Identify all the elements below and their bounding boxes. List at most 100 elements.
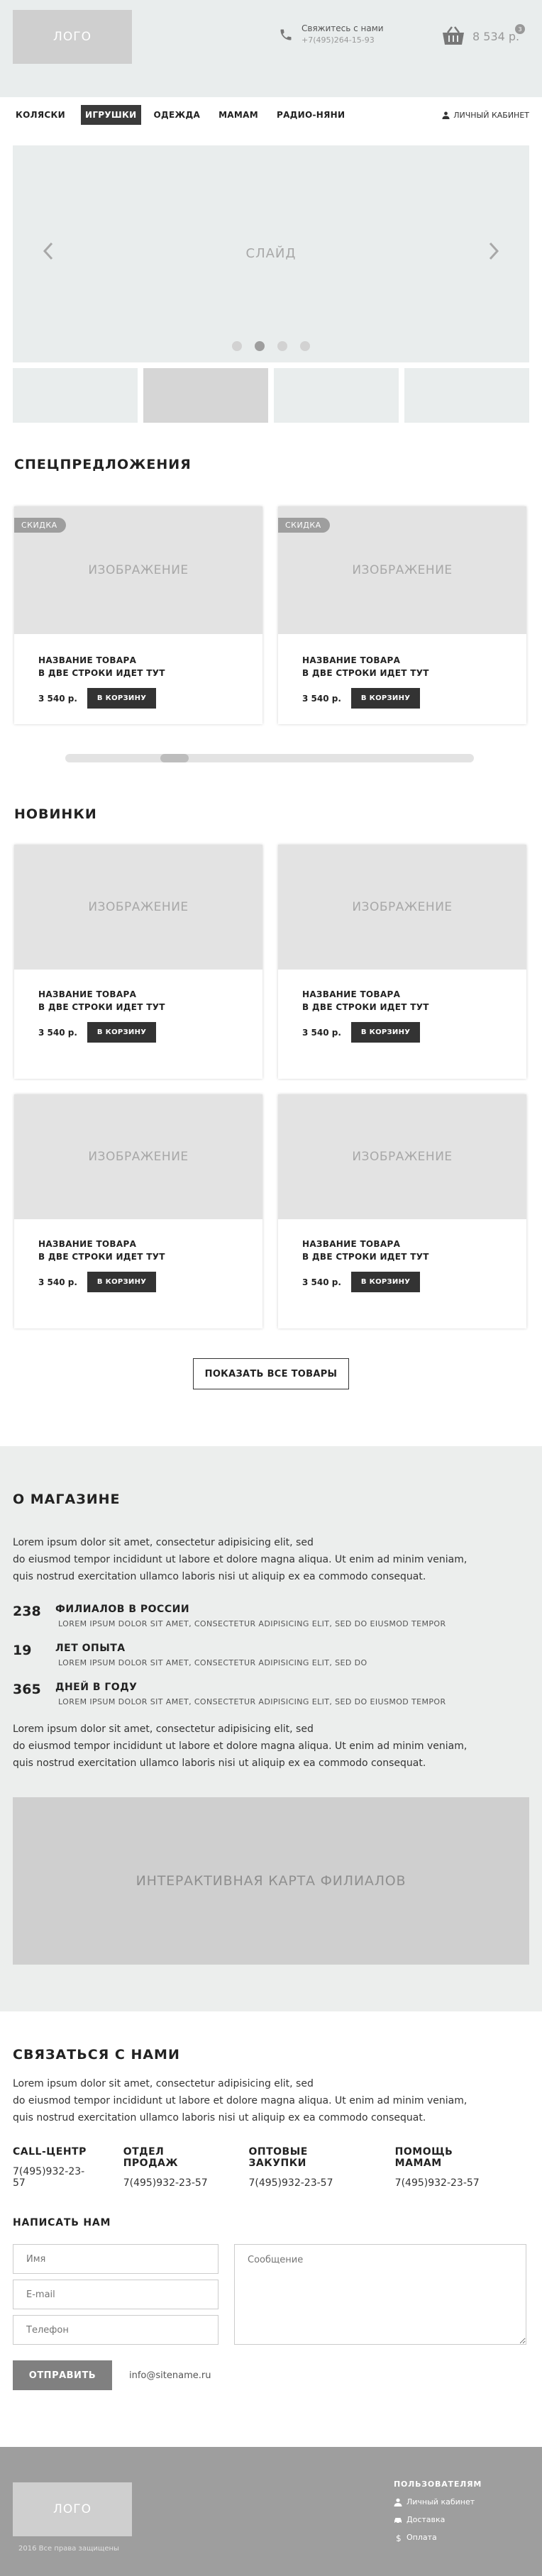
- product-card[interactable]: ИЗОБРАЖЕНИЕ НАЗВАНИЕ ТОВАРА В ДВЕ СТРОКИ …: [14, 1094, 262, 1328]
- department-phone[interactable]: 7(495)932-23-57: [123, 2177, 222, 2189]
- cart[interactable]: 8 534 р. 3: [441, 24, 525, 47]
- branches-map[interactable]: ИНТЕРАКТИВНАЯ КАРТА ФИЛИАЛОВ: [13, 1797, 529, 1965]
- header: ЛОГО Свяжитесь с нами +7(495)264-15-93 8…: [0, 0, 542, 97]
- carousel-scrollbar[interactable]: [65, 754, 474, 762]
- about-text: Lorem ipsum dolor sit amet, consectetur …: [13, 1537, 468, 1582]
- submit-button[interactable]: ОТПРАВИТЬ: [13, 2360, 112, 2390]
- footer-link-account[interactable]: Личный кабинет: [394, 2497, 482, 2506]
- specials-title: СПЕЦПРЕДЛОЖЕНИЯ: [14, 457, 192, 472]
- contacts-title: СВЯЗАТЬСЯ С НАМИ: [13, 2047, 180, 2063]
- product-card[interactable]: ИЗОБРАЖЕНИЕ СКИДКА НАЗВАНИЕ ТОВАРА В ДВЕ …: [278, 506, 526, 724]
- user-icon: [442, 111, 450, 119]
- product-image[interactable]: ИЗОБРАЖЕНИЕ: [14, 845, 262, 970]
- product-price: 3 540 р.: [38, 1277, 77, 1287]
- department-title: ОПТОВЫЕ ЗАКУПКИ: [248, 2146, 308, 2169]
- contacts-section: СВЯЗАТЬСЯ С НАМИ Lorem ipsum dolor sit a…: [0, 2011, 542, 2390]
- contact-email[interactable]: info@sitename.ru: [129, 2370, 211, 2381]
- discount-badge: СКИДКА: [14, 518, 66, 533]
- slider-dot-active[interactable]: [255, 341, 265, 351]
- product-title[interactable]: НАЗВАНИЕ ТОВАРА В ДВЕ СТРОКИ ИДЕТ ТУТ: [38, 654, 262, 679]
- footer-menu-title: ПОЛЬЗОВАТЕЛЯМ: [394, 2480, 482, 2489]
- product-card[interactable]: ИЗОБРАЖЕНИЕ НАЗВАНИЕ ТОВАРА В ДВЕ СТРОКИ …: [278, 1094, 526, 1328]
- stats-list: 238 ФИЛИАЛОВ В РОССИИ LOREM IPSUM DOLOR …: [13, 1604, 529, 1706]
- scrollbar-thumb[interactable]: [160, 754, 189, 762]
- product-image[interactable]: ИЗОБРАЖЕНИЕ: [14, 1094, 262, 1219]
- product-image[interactable]: ИЗОБРАЖЕНИЕ: [278, 845, 526, 970]
- phone-field[interactable]: [13, 2315, 219, 2345]
- nav-item-baby-monitors[interactable]: РАДИО-НЯНИ: [274, 105, 348, 125]
- contact-form: [13, 2244, 529, 2345]
- department-item: ПОМОЩЬ МАМАМ 7(495)932-23-57: [395, 2146, 502, 2189]
- product-card[interactable]: ИЗОБРАЖЕНИЕ СКИДКА НАЗВАНИЕ ТОВАРА В ДВЕ …: [14, 506, 262, 724]
- product-title[interactable]: НАЗВАНИЕ ТОВАРА В ДВЕ СТРОКИ ИДЕТ ТУТ: [302, 654, 526, 679]
- product-card[interactable]: ИЗОБРАЖЕНИЕ НАЗВАНИЕ ТОВАРА В ДВЕ СТРОКИ …: [278, 845, 526, 1079]
- department-item: ОТДЕЛ ПРОДАЖ 7(495)932-23-57: [123, 2146, 222, 2189]
- product-price: 3 540 р.: [38, 1027, 77, 1038]
- product-image[interactable]: ИЗОБРАЖЕНИЕ: [278, 1094, 526, 1219]
- stat-description: LOREM IPSUM DOLOR SIT AMET, CONSECTETUR …: [58, 1658, 367, 1667]
- slide-thumbnail[interactable]: [404, 368, 529, 423]
- stat-item: 19 ЛЕТ ОПЫТА LOREM IPSUM DOLOR SIT AMET,…: [13, 1643, 529, 1667]
- department-phone[interactable]: 7(495)932-23-57: [248, 2177, 367, 2189]
- new-products-section: НОВИНКИ ИЗОБРАЖЕНИЕ НАЗВАНИЕ ТОВАРА В ДВЕ…: [0, 806, 542, 1389]
- slide-thumbnail-active[interactable]: [143, 368, 268, 423]
- basket-icon: [443, 26, 464, 45]
- department-phone[interactable]: 7(495)932-23-57: [13, 2166, 96, 2189]
- stat-number: 365: [13, 1682, 41, 1697]
- nav-item-moms[interactable]: МАМАМ: [216, 105, 261, 125]
- user-icon: [394, 2498, 402, 2506]
- message-field[interactable]: [234, 2244, 526, 2345]
- footer-menu: ПОЛЬЗОВАТЕЛЯМ Личный кабинет Доставка $ …: [394, 2480, 482, 2542]
- stat-title: ЛЕТ ОПЫТА: [55, 1643, 126, 1654]
- slider-dots: [13, 341, 529, 351]
- slide-thumbnail[interactable]: [13, 368, 138, 423]
- svg-text:$: $: [396, 2533, 402, 2542]
- car-icon: [394, 2517, 402, 2524]
- product-title[interactable]: НАЗВАНИЕ ТОВАРА В ДВЕ СТРОКИ ИДЕТ ТУТ: [302, 1238, 526, 1263]
- account-link[interactable]: ЛИЧНЫЙ КАБИНЕТ: [442, 111, 529, 120]
- stat-item: 365 ДНЕЙ В ГОДУ LOREM IPSUM DOLOR SIT AM…: [13, 1682, 529, 1706]
- product-title[interactable]: НАЗВАНИЕ ТОВАРА В ДВЕ СТРОКИ ИДЕТ ТУТ: [38, 1238, 262, 1263]
- hero-slider: СЛАЙД: [13, 145, 529, 362]
- nav-item-strollers[interactable]: КОЛЯСКИ: [13, 105, 68, 125]
- slider-dot[interactable]: [300, 341, 310, 351]
- slide-thumbnail[interactable]: [274, 368, 399, 423]
- cart-count-badge: 3: [515, 24, 525, 34]
- footer-logo[interactable]: ЛОГО: [13, 2482, 132, 2536]
- footer-link-delivery[interactable]: Доставка: [394, 2515, 482, 2524]
- show-all-products-button[interactable]: ПОКАЗАТЬ ВСЕ ТОВАРЫ: [193, 1358, 349, 1389]
- add-to-cart-button[interactable]: В КОРЗИНУ: [350, 688, 421, 709]
- footer-link-payment[interactable]: $ Оплата: [394, 2533, 482, 2542]
- product-title[interactable]: НАЗВАНИЕ ТОВАРА В ДВЕ СТРОКИ ИДЕТ ТУТ: [302, 988, 526, 1014]
- write-us-title: НАПИСАТЬ НАМ: [13, 2217, 111, 2228]
- product-card[interactable]: ИЗОБРАЖЕНИЕ НАЗВАНИЕ ТОВАРА В ДВЕ СТРОКИ …: [14, 845, 262, 1079]
- slider-dot[interactable]: [277, 341, 287, 351]
- stat-description: LOREM IPSUM DOLOR SIT AMET, CONSECTETUR …: [58, 1697, 446, 1706]
- add-to-cart-button[interactable]: В КОРЗИНУ: [87, 1272, 157, 1292]
- about-text-2: Lorem ipsum dolor sit amet, consectetur …: [13, 1723, 468, 1769]
- add-to-cart-button[interactable]: В КОРЗИНУ: [350, 1022, 421, 1043]
- add-to-cart-button[interactable]: В КОРЗИНУ: [87, 1022, 157, 1043]
- department-title: ОТДЕЛ ПРОДАЖ: [123, 2146, 179, 2169]
- product-title[interactable]: НАЗВАНИЕ ТОВАРА В ДВЕ СТРОКИ ИДЕТ ТУТ: [38, 988, 262, 1014]
- name-field[interactable]: [13, 2244, 219, 2274]
- cart-sum: 8 534 р.: [472, 29, 520, 43]
- contact-phone[interactable]: +7(495)264-15-93: [302, 35, 384, 45]
- footer: ЛОГО 2016 Все права защищены ПОЛЬЗОВАТЕЛ…: [0, 2447, 542, 2576]
- dollar-icon: $: [396, 2533, 402, 2542]
- chevron-right-icon[interactable]: [487, 242, 501, 260]
- stat-number: 19: [13, 1643, 32, 1658]
- department-phone[interactable]: 7(495)932-23-57: [395, 2177, 502, 2189]
- nav-item-clothes[interactable]: ОДЕЖДА: [151, 105, 204, 125]
- logo[interactable]: ЛОГО: [13, 10, 132, 64]
- add-to-cart-button[interactable]: В КОРЗИНУ: [350, 1272, 421, 1292]
- about-section: О МАГАЗИНЕ Lorem ipsum dolor sit amet, c…: [0, 1446, 542, 2011]
- slide-label: СЛАЙД: [245, 246, 297, 261]
- add-to-cart-button[interactable]: В КОРЗИНУ: [87, 688, 157, 709]
- product-price: 3 540 р.: [302, 1277, 341, 1287]
- slider-dot[interactable]: [232, 341, 242, 351]
- contact-block: Свяжитесь с нами +7(495)264-15-93: [279, 23, 384, 45]
- nav-item-toys[interactable]: ИГРУШКИ: [80, 105, 141, 125]
- account-label: ЛИЧНЫЙ КАБИНЕТ: [453, 110, 529, 120]
- email-field[interactable]: [13, 2280, 219, 2309]
